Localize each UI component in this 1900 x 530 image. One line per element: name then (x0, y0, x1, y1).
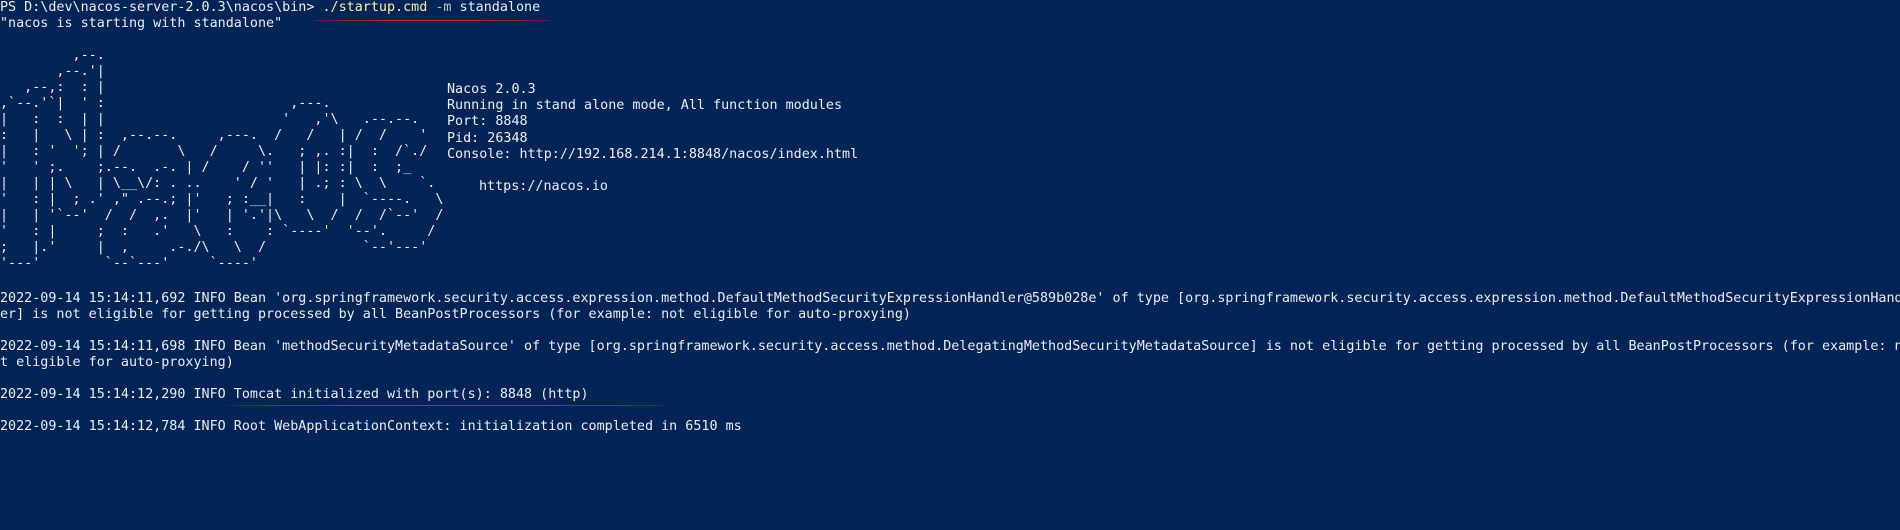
prompt-text: PS D:\dev\nacos-server-2.0.3\nacos\bin> (0, 0, 315, 15)
log-line: 2022-09-14 15:14:11,692 INFO Bean 'org.s… (0, 291, 1900, 306)
port-info: Port: 8848 (447, 114, 528, 130)
command-arg: standalone (459, 0, 541, 15)
command-text: ./startup.cmd (322, 0, 428, 15)
log-line: t eligible for auto-proxying) (0, 355, 234, 370)
starting-message: "nacos is starting with standalone" (0, 16, 283, 31)
banner-info: Nacos 2.0.3 Running in stand alone mode, … (447, 82, 858, 195)
log-line: er] is not eligible for getting processe… (0, 307, 911, 322)
log-line: 2022-09-14 15:14:12,784 INFO Root WebApp… (0, 419, 742, 434)
site-url: https://nacos.io (479, 179, 608, 195)
annotation-underline-command (312, 20, 552, 21)
command-flag: -m (435, 0, 452, 15)
log-line: 2022-09-14 15:14:12,290 INFO Tomcat init… (0, 387, 589, 402)
run-mode: Running in stand alone mode, All functio… (447, 98, 843, 114)
pid-info: Pid: 26348 (447, 130, 528, 146)
terminal-window[interactable]: PS D:\dev\nacos-server-2.0.3\nacos\bin> … (0, 0, 1900, 530)
product-version: Nacos 2.0.3 (447, 82, 536, 97)
log-line: 2022-09-14 15:14:11,698 INFO Bean 'metho… (0, 339, 1900, 354)
console-url: Console: http://192.168.214.1:8848/nacos… (447, 146, 859, 162)
command-line: PS D:\dev\nacos-server-2.0.3\nacos\bin> … (0, 0, 540, 16)
annotation-underline-tomcat (225, 405, 670, 406)
nacos-ascii-logo: ,--. ,--.'| ,--,: : | ,`--.'`| ' : ,---.… (0, 48, 444, 271)
